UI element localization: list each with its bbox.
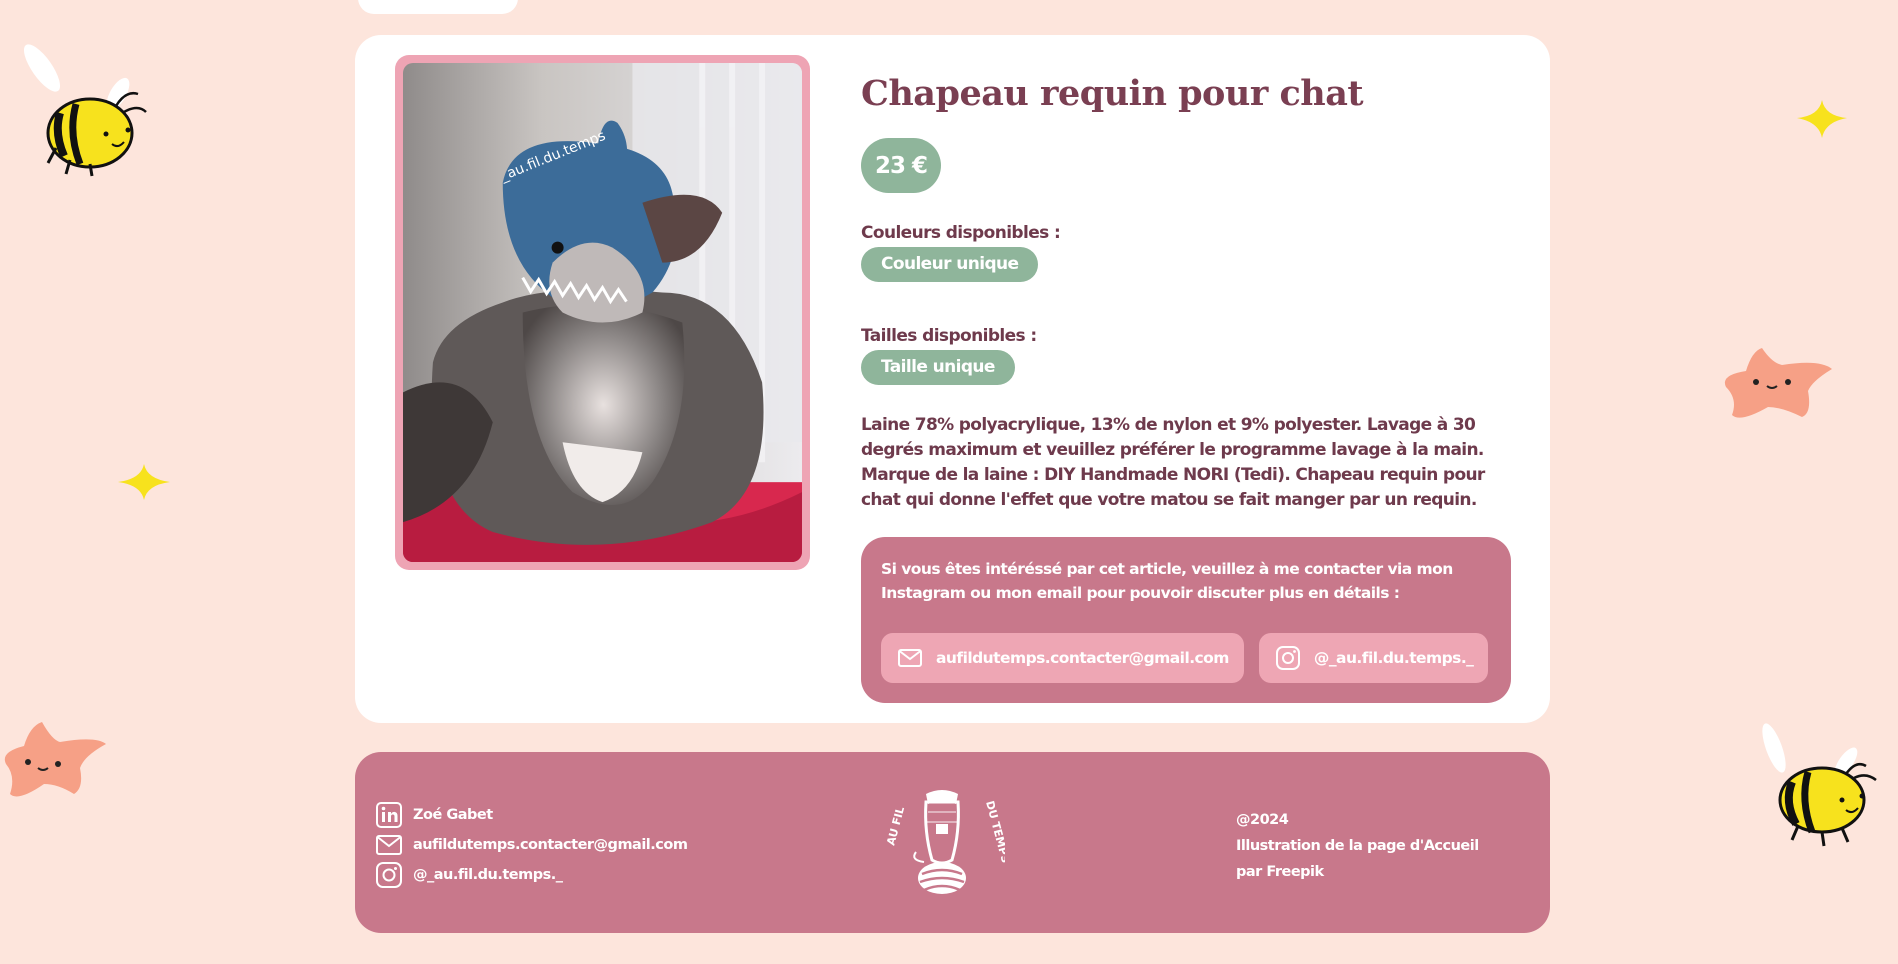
sizes-label: Tailles disponibles :	[861, 326, 1037, 346]
contact-box: Si vous êtes intéréssé par cet article, …	[861, 537, 1511, 703]
email-contact-button[interactable]: aufildutemps.contacter@gmail.com	[881, 633, 1244, 683]
footer-name: Zoé Gabet	[413, 807, 493, 823]
sparkle-icon	[118, 464, 170, 500]
size-option-pill[interactable]: Taille unique	[861, 350, 1015, 385]
logo-text-right: DU TEMPS	[983, 799, 1005, 864]
logo-text-left: AU FIL	[884, 805, 907, 847]
mail-icon	[898, 649, 922, 667]
footer-credits: @2024 Illustration de la page d'Accueil …	[1236, 807, 1479, 885]
product-description: Laine 78% polyacrylique, 13% de nylon et…	[861, 415, 1485, 510]
color-option-pill[interactable]: Couleur unique	[861, 247, 1039, 282]
contact-buttons: aufildutemps.contacter@gmail.com @_au.fi…	[881, 633, 1489, 683]
instagram-contact-button[interactable]: @_au.fil.du.temps._	[1258, 633, 1489, 683]
footer: Zoé Gabet aufildutemps.contacter@gmail.c…	[355, 752, 1550, 933]
footer-copyright: @2024	[1236, 812, 1289, 828]
footer-email-row[interactable]: aufildutemps.contacter@gmail.com	[375, 830, 688, 860]
instagram-icon	[1275, 646, 1300, 670]
star-icon	[1724, 348, 1832, 418]
footer-credit-line1: Illustration de la page d'Accueil	[1236, 838, 1479, 854]
bee-icon	[23, 44, 147, 177]
contact-message: Si vous êtes intéréssé par cet article, …	[881, 560, 1453, 602]
instagram-contact-label: @_au.fil.du.temps._	[1313, 649, 1474, 667]
colors-label: Couleurs disponibles :	[861, 223, 1061, 243]
bee-icon	[1762, 723, 1877, 847]
linkedin-icon	[376, 802, 402, 828]
mail-icon	[376, 835, 402, 855]
footer-instagram-row[interactable]: @_au.fil.du.temps._	[375, 860, 687, 890]
email-contact-label: aufildutemps.contacter@gmail.com	[936, 649, 1229, 667]
product-title: Chapeau requin pour chat	[861, 73, 1364, 114]
sparkle-icon	[1797, 100, 1847, 138]
price-badge: 23 €	[861, 138, 941, 193]
product-photo-frame: _au.fil.du.temps	[395, 55, 810, 570]
star-icon	[4, 722, 106, 797]
footer-links: Zoé Gabet aufildutemps.contacter@gmail.c…	[375, 800, 688, 890]
brand-logo[interactable]: AU FIL DU TEMPS	[880, 782, 1012, 902]
footer-email: aufildutemps.contacter@gmail.com	[413, 837, 688, 853]
product-photo[interactable]: _au.fil.du.temps	[403, 63, 802, 562]
product-card: _au.fil.du.temps Chapeau requin pour cha…	[355, 35, 1550, 723]
top-nav-tab[interactable]	[358, 0, 518, 14]
footer-instagram: @_au.fil.du.temps._	[413, 867, 563, 883]
footer-credit-line2: par Freepik	[1236, 864, 1324, 880]
instagram-icon	[376, 862, 402, 888]
product-details: Chapeau requin pour chat 23 € Couleurs d…	[861, 73, 1513, 513]
footer-linkedin-row[interactable]: Zoé Gabet	[375, 800, 687, 830]
